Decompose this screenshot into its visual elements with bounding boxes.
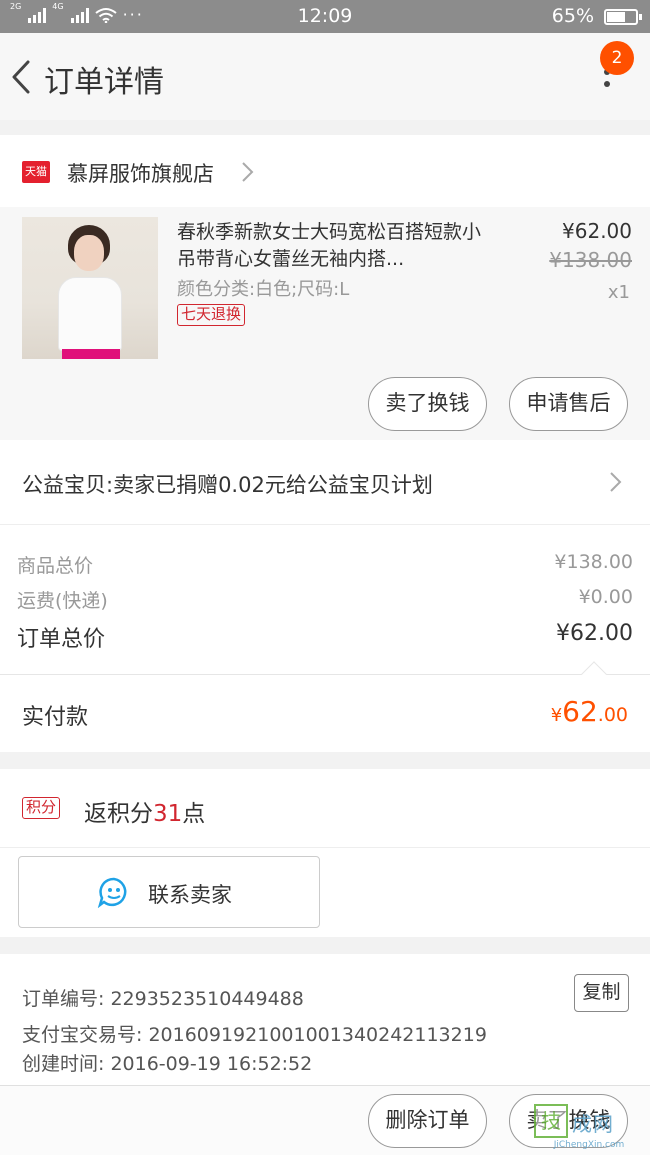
seven-day-return-badge: 七天退换 (177, 304, 246, 326)
shop-name[interactable]: 慕屏服饰旗舰店 (67, 158, 214, 188)
points-prefix: 返积分 (84, 801, 153, 827)
order-total-label: 订单总价 (17, 627, 106, 652)
price-summary: 商品总价 ¥138.00 运费(快递) ¥0.00 订单总价 ¥62.00 (0, 524, 650, 674)
watermark-domain: JiChengXin.com (553, 1140, 625, 1150)
points-text: 返积分31点 (84, 794, 205, 828)
copy-button[interactable]: 复制 (574, 974, 629, 1012)
sell-for-cash-button[interactable]: 卖了换钱 (368, 377, 487, 431)
contact-seller-label: 联系卖家 (148, 883, 232, 907)
battery-icon (604, 9, 642, 25)
actual-payment-label: 实付款 (22, 705, 89, 730)
product-quantity: x1 (607, 282, 630, 303)
order-info: 订单编号: 2293523510449488 复制 支付宝交易号: 201609… (0, 954, 650, 1085)
currency-symbol: ¥ (550, 705, 563, 726)
charity-row[interactable]: 公益宝贝:卖家已捐赠0.02元给公益宝贝计划 (0, 440, 650, 524)
watermark-logo: 技 (534, 1104, 568, 1138)
original-price: ¥138.00 (549, 248, 632, 272)
amount-decimal: .00 (597, 704, 628, 726)
order-total-value: ¥62.00 (556, 621, 633, 646)
points-count: 31 (153, 801, 183, 827)
contact-seller-button[interactable]: 联系卖家 (18, 856, 320, 928)
product-title[interactable]: 春秋季新款女士大码宽松百搭短款小吊带背心女蕾丝无袖内搭... (177, 219, 492, 273)
chevron-right-icon (610, 472, 622, 492)
order-number: 订单编号: 2293523510449488 (22, 988, 304, 1010)
product-image[interactable] (22, 217, 158, 359)
goods-total-value: ¥138.00 (554, 551, 633, 573)
chevron-right-icon (242, 162, 254, 182)
after-sale-button[interactable]: 申请售后 (509, 377, 628, 431)
tmall-logo-icon: 天猫 (22, 161, 50, 183)
shipping-value: ¥0.00 (578, 586, 633, 608)
actual-payment-amount: ¥62.00 (551, 695, 628, 728)
status-bar: 2G 4G ··· 12:09 65% (0, 0, 650, 33)
alipay-trade-number: 支付宝交易号: 2016091921001001340242113219 (22, 1024, 487, 1046)
points-badge: 积分 (22, 797, 61, 819)
shipping-label: 运费(快递) (17, 590, 108, 612)
battery-percent: 65% (551, 5, 594, 27)
notification-badge[interactable]: 2 (600, 41, 634, 75)
battery-level (607, 12, 626, 22)
points-suffix: 点 (182, 801, 206, 827)
back-arrow-icon[interactable] (10, 59, 32, 95)
amount-integer: 62 (562, 695, 598, 728)
created-time: 创建时间: 2016-09-19 16:52:52 (22, 1053, 313, 1075)
page-title: 订单详情 (44, 65, 164, 100)
nav-bar: 订单详情 2 (0, 33, 650, 120)
shop-row[interactable]: 天猫 慕屏服饰旗舰店 (0, 135, 650, 207)
site-watermark: 技 成网 JiChengXin.com (530, 1100, 648, 1152)
watermark-text: 成网 (572, 1112, 614, 1136)
contact-section: 联系卖家 (0, 847, 650, 937)
delete-order-button[interactable]: 删除订单 (368, 1094, 487, 1148)
chat-bubble-icon (97, 877, 127, 908)
points-row: 积分 返积分31点 (0, 769, 650, 847)
actual-payment-row: 实付款 ¥62.00 (0, 661, 650, 752)
goods-total-label: 商品总价 (17, 555, 94, 577)
product-price: ¥62.00 (562, 219, 632, 243)
product-item[interactable]: 春秋季新款女士大码宽松百搭短款小吊带背心女蕾丝无袖内搭... 颜色分类:白色;尺… (0, 207, 650, 440)
product-sku: 颜色分类:白色;尺码:L (177, 279, 350, 300)
charity-text: 公益宝贝:卖家已捐赠0.02元给公益宝贝计划 (22, 473, 433, 497)
